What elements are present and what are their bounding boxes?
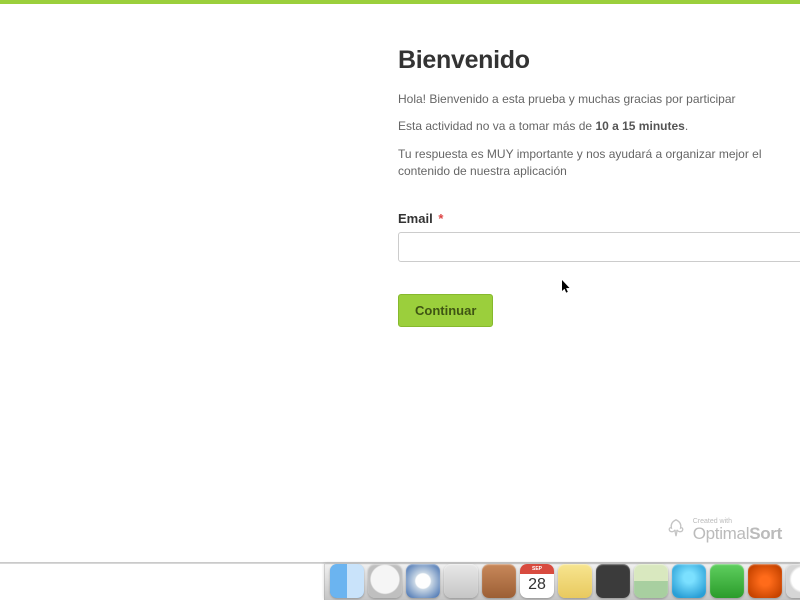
- continue-button[interactable]: Continuar: [398, 294, 493, 327]
- calendar-day: 28: [528, 576, 546, 594]
- notes-icon[interactable]: [558, 564, 592, 598]
- brand-part1: Optimal: [693, 524, 749, 543]
- footer-attribution[interactable]: Created with OptimalSort: [665, 517, 782, 544]
- required-indicator: *: [438, 211, 443, 226]
- page-title: Bienvenido: [398, 46, 800, 75]
- contacts-icon[interactable]: [482, 564, 516, 598]
- itunes-icon[interactable]: [786, 564, 800, 598]
- intro-line-3: Tu respuesta es MUY importante y nos ayu…: [398, 146, 800, 181]
- messages-icon[interactable]: [672, 564, 706, 598]
- email-label-row: Email *: [398, 211, 800, 226]
- macos-dock: SEP 28 1: [0, 554, 800, 600]
- calendar-icon[interactable]: SEP 28: [520, 564, 554, 598]
- brand-name: OptimalSort: [693, 524, 782, 543]
- launchpad-icon[interactable]: [368, 564, 402, 598]
- facetime-icon[interactable]: [710, 564, 744, 598]
- intro-line-2-pre: Esta actividad no va a tomar más de: [398, 119, 595, 133]
- intro-line-2: Esta actividad no va a tomar más de 10 a…: [398, 118, 800, 135]
- oak-leaf-icon: [665, 517, 687, 544]
- intro-line-2-post: .: [685, 119, 688, 133]
- dock-icons-row: SEP 28 1: [330, 564, 800, 598]
- intro-line-1: Hola! Bienvenido a esta prueba y muchas …: [398, 91, 800, 108]
- photobooth-icon[interactable]: [748, 564, 782, 598]
- email-field[interactable]: [398, 232, 800, 262]
- welcome-form-region: Bienvenido Hola! Bienvenido a esta prueb…: [0, 4, 800, 327]
- intro-line-2-bold: 10 a 15 minutes: [595, 119, 684, 133]
- safari-icon[interactable]: [406, 564, 440, 598]
- brand-part2: Sort: [749, 524, 782, 543]
- calendar-month: SEP: [520, 564, 554, 574]
- maps-icon[interactable]: [634, 564, 668, 598]
- mail-icon[interactable]: [444, 564, 478, 598]
- finder-icon[interactable]: [330, 564, 364, 598]
- email-label: Email: [398, 211, 433, 226]
- reminders-icon[interactable]: [596, 564, 630, 598]
- footer-text: Created with OptimalSort: [693, 518, 782, 544]
